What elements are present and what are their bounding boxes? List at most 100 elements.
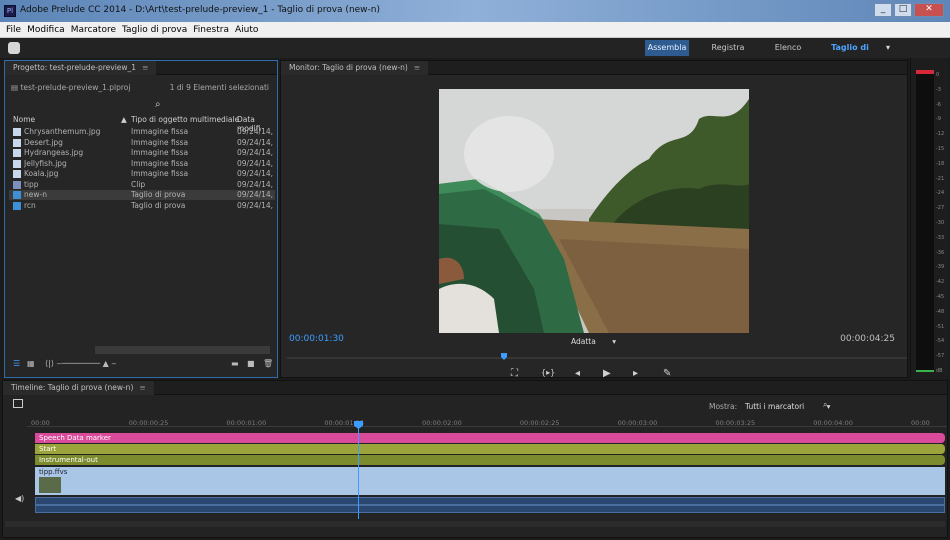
clip-label: tipp.ffvs <box>39 468 68 476</box>
menu-taglio-di-prova[interactable]: Taglio di prova <box>122 25 187 35</box>
tab-monitor[interactable]: Monitor: Taglio di prova (new-n) ≡ <box>281 61 429 75</box>
item-type: Taglio di prova <box>131 190 186 199</box>
item-date: 09/24/14, 0 <box>237 169 275 178</box>
project-panel: Progetto: test-prelude-preview_1 ≡ ▤ test… <box>4 60 278 378</box>
export-frame-icon[interactable]: ⛶ <box>511 368 518 379</box>
ruler-tick-label: 00:00:03:25 <box>715 419 756 427</box>
item-name: rcn <box>24 200 36 210</box>
item-name: Desert.jpg <box>24 137 63 147</box>
monitor-panel: Monitor: Taglio di prova (new-n) ≡ 00:00:… <box>280 60 908 379</box>
play-icon[interactable]: ▶ <box>603 368 611 379</box>
list-item[interactable]: rcn Taglio di prova 09/24/14, 0 <box>9 201 275 211</box>
item-name: Chrysanthemum.jpg <box>24 127 101 136</box>
item-date: 09/24/14, 0 <box>237 200 275 210</box>
meter-scale-label: 0 <box>936 72 940 78</box>
edit-tool-icon[interactable] <box>13 399 23 408</box>
video-clip[interactable]: tipp.ffvs <box>35 467 945 495</box>
marker-track-instrumental[interactable]: Instrumental-out <box>35 455 945 465</box>
monitor-playhead <box>501 353 507 360</box>
tab-timeline[interactable]: Timeline: Taglio di prova (new-n) ≡ <box>3 381 154 395</box>
menu-finestra[interactable]: Finestra <box>193 25 229 35</box>
duration-timecode: 00:00:04:25 <box>840 334 895 344</box>
timeline-playhead[interactable] <box>358 423 359 519</box>
workspace-elenco[interactable]: Elenco <box>768 40 808 56</box>
meter-scale-label: -3 <box>936 86 941 93</box>
menu-file[interactable]: File <box>6 25 21 35</box>
item-date: 09/24/14, 0 <box>237 190 275 199</box>
delete-icon[interactable]: 🗑 <box>263 359 273 368</box>
insert-icon[interactable]: {▸} <box>541 368 555 377</box>
meter-scale-label: dB <box>936 368 943 374</box>
timeline-scrollbar[interactable] <box>5 521 945 527</box>
close-button[interactable]: ✕ <box>914 3 944 17</box>
zoom-slider[interactable]: ⟨|⟩ ‒──────── ▲ ‒ <box>45 359 116 368</box>
new-folder-icon[interactable]: ■ <box>247 359 255 368</box>
marker-filter-dropdown[interactable]: Tutti i marcatori ▾ <box>745 402 830 411</box>
sort-icon[interactable]: ▲ <box>121 115 127 124</box>
search-icon[interactable]: ⌕ <box>155 99 169 111</box>
meter-scale-label: -15 <box>936 146 945 152</box>
step-back-icon[interactable]: ◂ <box>575 368 580 379</box>
project-path: ▤ test-prelude-preview_1.plproj <box>11 83 131 92</box>
menu-marcatore[interactable]: Marcatore <box>71 25 116 35</box>
meter-scale-label: -27 <box>936 205 945 212</box>
monitor-scrubber[interactable] <box>287 353 907 361</box>
workspace-menu-chevron-icon[interactable]: ▾ <box>882 40 894 56</box>
workspace-assembla[interactable]: Assembla <box>645 40 689 56</box>
fit-dropdown[interactable]: Adatta ▾ <box>571 337 616 346</box>
item-type: Immagine fissa <box>131 169 189 178</box>
tab-menu-icon[interactable]: ≡ <box>414 63 420 72</box>
workspace-registra[interactable]: Registra <box>706 40 750 56</box>
tab-menu-icon[interactable]: ≡ <box>139 383 145 392</box>
list-item[interactable]: Chrysanthemum.jpg Immagine fissa 09/24/14,… <box>9 127 275 137</box>
step-forward-icon[interactable]: ▸ <box>633 368 638 379</box>
list-item[interactable]: tipp Clip 09/24/14, 0 <box>9 180 275 190</box>
menu-modifica[interactable]: Modifica <box>27 25 65 35</box>
item-date: 09/24/14, 0 <box>237 127 275 136</box>
list-view-icon[interactable]: ☰ <box>13 359 20 368</box>
marker-track-start[interactable]: Start <box>35 444 945 454</box>
meter-scale-label: -42 <box>936 279 945 286</box>
audio-track-2[interactable] <box>35 505 945 513</box>
minimize-button[interactable]: _ <box>874 3 892 17</box>
meter-scale-label: -36 <box>936 249 945 256</box>
rough-cut-icon <box>13 201 21 210</box>
list-item[interactable]: new-n Taglio di prova 09/24/14, 0 <box>9 190 275 200</box>
workspace-taglio-di-prova[interactable]: Taglio di prova <box>820 40 880 68</box>
speaker-icon[interactable]: ◀) <box>15 494 24 503</box>
item-type: Immagine fissa <box>131 148 189 157</box>
search-icon[interactable]: ⌕ <box>823 400 827 410</box>
project-scrollbar[interactable] <box>95 346 270 354</box>
list-item[interactable]: Hydrangeas.jpg Immagine fissa 09/24/14, 0 <box>9 148 275 158</box>
ruler-tick-label: 00:00:03:00 <box>617 419 658 427</box>
wrench-icon[interactable]: ✎ <box>663 368 671 379</box>
meter-scale-label: -9 <box>936 116 941 123</box>
meter-scale-label: -24 <box>936 190 945 197</box>
bin-icon[interactable]: ▬ <box>231 359 239 368</box>
current-timecode[interactable]: 00:00:01:30 <box>289 334 344 344</box>
item-type: Taglio di prova <box>131 200 186 210</box>
meter-scale-label: -21 <box>936 175 945 182</box>
image-file-icon <box>13 138 21 147</box>
menu-aiuto[interactable]: Aiuto <box>235 25 258 35</box>
home-icon[interactable] <box>8 42 20 54</box>
meter-peak <box>916 70 934 74</box>
column-name[interactable]: Nome <box>13 115 35 124</box>
timeline-ruler[interactable]: 00:00 00:00:00:25 00:00:01:00 00:00:01:25 00… <box>27 413 947 427</box>
audio-track-1[interactable] <box>35 497 945 505</box>
item-type: Immagine fissa <box>131 158 189 168</box>
tab-project[interactable]: Progetto: test-prelude-preview_1 ≡ <box>5 61 157 75</box>
icon-view-icon[interactable]: ▦ <box>27 359 35 368</box>
column-media-type[interactable]: Tipo di oggetto multimediale <box>131 115 239 124</box>
marker-track-speech[interactable]: Speech Data marker <box>35 433 945 443</box>
meter-scale-label: -6 <box>936 101 941 108</box>
clip-thumbnail <box>39 477 61 493</box>
list-item[interactable]: Koala.jpg Immagine fissa 09/24/14, 0 <box>9 169 275 179</box>
clip-icon <box>13 180 21 189</box>
list-item[interactable]: Jellyfish.jpg Immagine fissa 09/24/14, 0 <box>9 159 275 169</box>
close-tab-icon[interactable]: ≡ <box>142 63 148 72</box>
maximize-button[interactable]: □ <box>894 3 912 17</box>
window-titlebar: Pl Adobe Prelude CC 2014 - D:\Art\test-p… <box>0 0 950 22</box>
item-date: 09/24/14, 0 <box>237 137 275 147</box>
list-item[interactable]: Desert.jpg Immagine fissa 09/24/14, 0 <box>9 138 275 148</box>
